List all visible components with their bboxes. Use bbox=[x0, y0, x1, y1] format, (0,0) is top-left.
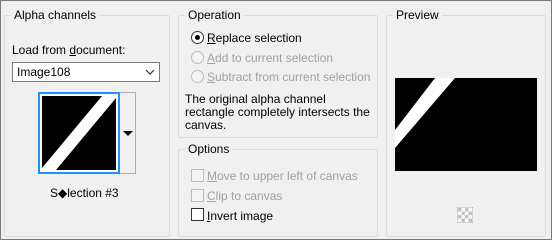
radio-replace-selection-control[interactable] bbox=[191, 31, 204, 44]
alpha-channel-thumbnail[interactable] bbox=[38, 92, 120, 174]
checkbox-clip-to-canvas-label: Clip to canvas bbox=[207, 189, 283, 203]
caret-down-icon bbox=[123, 131, 133, 136]
preview-image bbox=[395, 78, 537, 171]
checkbox-invert-image-label: Invert image bbox=[207, 209, 274, 223]
diagonal-stripe-graphic bbox=[42, 96, 116, 170]
checkbox-clip-to-canvas-control[interactable] bbox=[191, 189, 204, 202]
radio-add-to-selection-control[interactable] bbox=[191, 51, 204, 64]
selection-name-label: S◆lection #3 bbox=[50, 186, 119, 200]
operation-note-line-3: canvas. bbox=[185, 118, 227, 132]
preview-title: Preview bbox=[393, 7, 442, 23]
radio-subtract-from-selection-label: Subtract from current selection bbox=[207, 70, 371, 84]
radio-subtract-from-selection-control[interactable] bbox=[191, 70, 204, 83]
checkbox-move-to-upper-left-label: Move to upper left of canvas bbox=[207, 169, 358, 183]
thumbnail-dropdown-button[interactable] bbox=[120, 92, 136, 174]
alpha-channel-thumbnail-image bbox=[42, 96, 116, 170]
operation-title: Operation bbox=[185, 7, 244, 23]
checkbox-move-to-upper-left-control[interactable] bbox=[191, 169, 204, 182]
preview-diagonal-graphic bbox=[395, 78, 455, 148]
document-select-value: Image108 bbox=[17, 65, 71, 79]
radio-add-to-selection-label: Add to current selection bbox=[207, 51, 334, 65]
checkbox-invert-image-control[interactable] bbox=[191, 208, 204, 221]
checkerboard-icon[interactable] bbox=[457, 207, 473, 223]
radio-replace-selection-label: Replace selection bbox=[207, 31, 302, 45]
document-select[interactable]: Image108 bbox=[12, 62, 160, 82]
chevron-down-icon bbox=[145, 69, 155, 75]
options-title: Options bbox=[185, 141, 233, 157]
radio-selected-dot bbox=[195, 35, 200, 40]
load-from-document-label: Load from document: bbox=[12, 43, 126, 57]
alpha-channels-title: Alpha channels bbox=[11, 7, 100, 23]
